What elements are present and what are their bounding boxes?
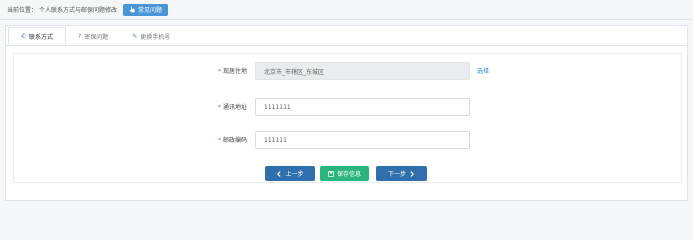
breadcrumb-current: 个人联系方式与邮保问题修改: [39, 7, 118, 14]
save-icon: [328, 170, 334, 177]
tab-change-phone-label: 更换手机号: [140, 33, 171, 41]
postcode-label: * 邮政编码: [217, 137, 247, 144]
faq-button-label: 常见问题: [138, 7, 163, 14]
chevron-left-icon: [277, 170, 282, 177]
prev-step-label: 上一步: [285, 171, 304, 178]
region-field: 北京市_市辖区_东城区: [255, 62, 470, 80]
address-label: * 通讯地址: [217, 104, 247, 111]
pencil-icon: ✎: [132, 32, 138, 40]
postcode-input[interactable]: 111111: [255, 131, 470, 149]
tab-contact-label: 联系方式: [29, 33, 54, 41]
required-star: *: [217, 137, 221, 144]
faq-button[interactable]: 常见问题: [123, 3, 169, 16]
prev-step-button[interactable]: 上一步: [265, 166, 315, 181]
tab-security-question-label: 密保问题: [84, 33, 109, 41]
address-row: * 通讯地址 1111111: [14, 98, 681, 116]
save-button[interactable]: 保存信息: [320, 166, 369, 181]
save-label: 保存信息: [336, 171, 361, 178]
top-divider: [0, 19, 693, 20]
required-star: *: [217, 104, 221, 111]
address-input[interactable]: 1111111: [255, 98, 470, 116]
breadcrumb-label: 当前位置：: [7, 7, 38, 14]
next-step-label: 下一步: [387, 171, 406, 178]
phone-icon: ✆: [21, 32, 27, 40]
main-panel: ✆ 联系方式 ? 密保问题 ✎ 更换手机号 * 现居住地 北京市_市辖区_东城区 …: [5, 25, 688, 201]
question-icon: ?: [78, 32, 82, 40]
required-star: *: [217, 68, 221, 75]
tab-contact[interactable]: ✆ 联系方式: [8, 27, 67, 45]
tab-divider: [6, 45, 687, 46]
region-label: * 现居住地: [217, 68, 247, 75]
tab-bar: ✆ 联系方式 ? 密保问题 ✎ 更换手机号: [8, 27, 182, 45]
top-bar: 当前位置： 个人联系方式与邮保问题修改 常见问题: [0, 0, 693, 19]
form-area: * 现居住地 北京市_市辖区_东城区 选择 * 通讯地址 1111111 * 邮政编码…: [13, 53, 682, 183]
choose-region-link[interactable]: 选择: [477, 66, 489, 75]
region-row: * 现居住地 北京市_市辖区_东城区 选择: [14, 62, 681, 80]
hand-pointer-icon: [129, 6, 135, 13]
tab-change-phone[interactable]: ✎ 更换手机号: [120, 27, 182, 45]
next-step-button[interactable]: 下一步: [376, 166, 427, 181]
chevron-right-icon: [410, 170, 415, 177]
postcode-row: * 邮政编码 111111: [14, 131, 681, 149]
tab-security-question[interactable]: ? 密保问题: [66, 27, 120, 45]
